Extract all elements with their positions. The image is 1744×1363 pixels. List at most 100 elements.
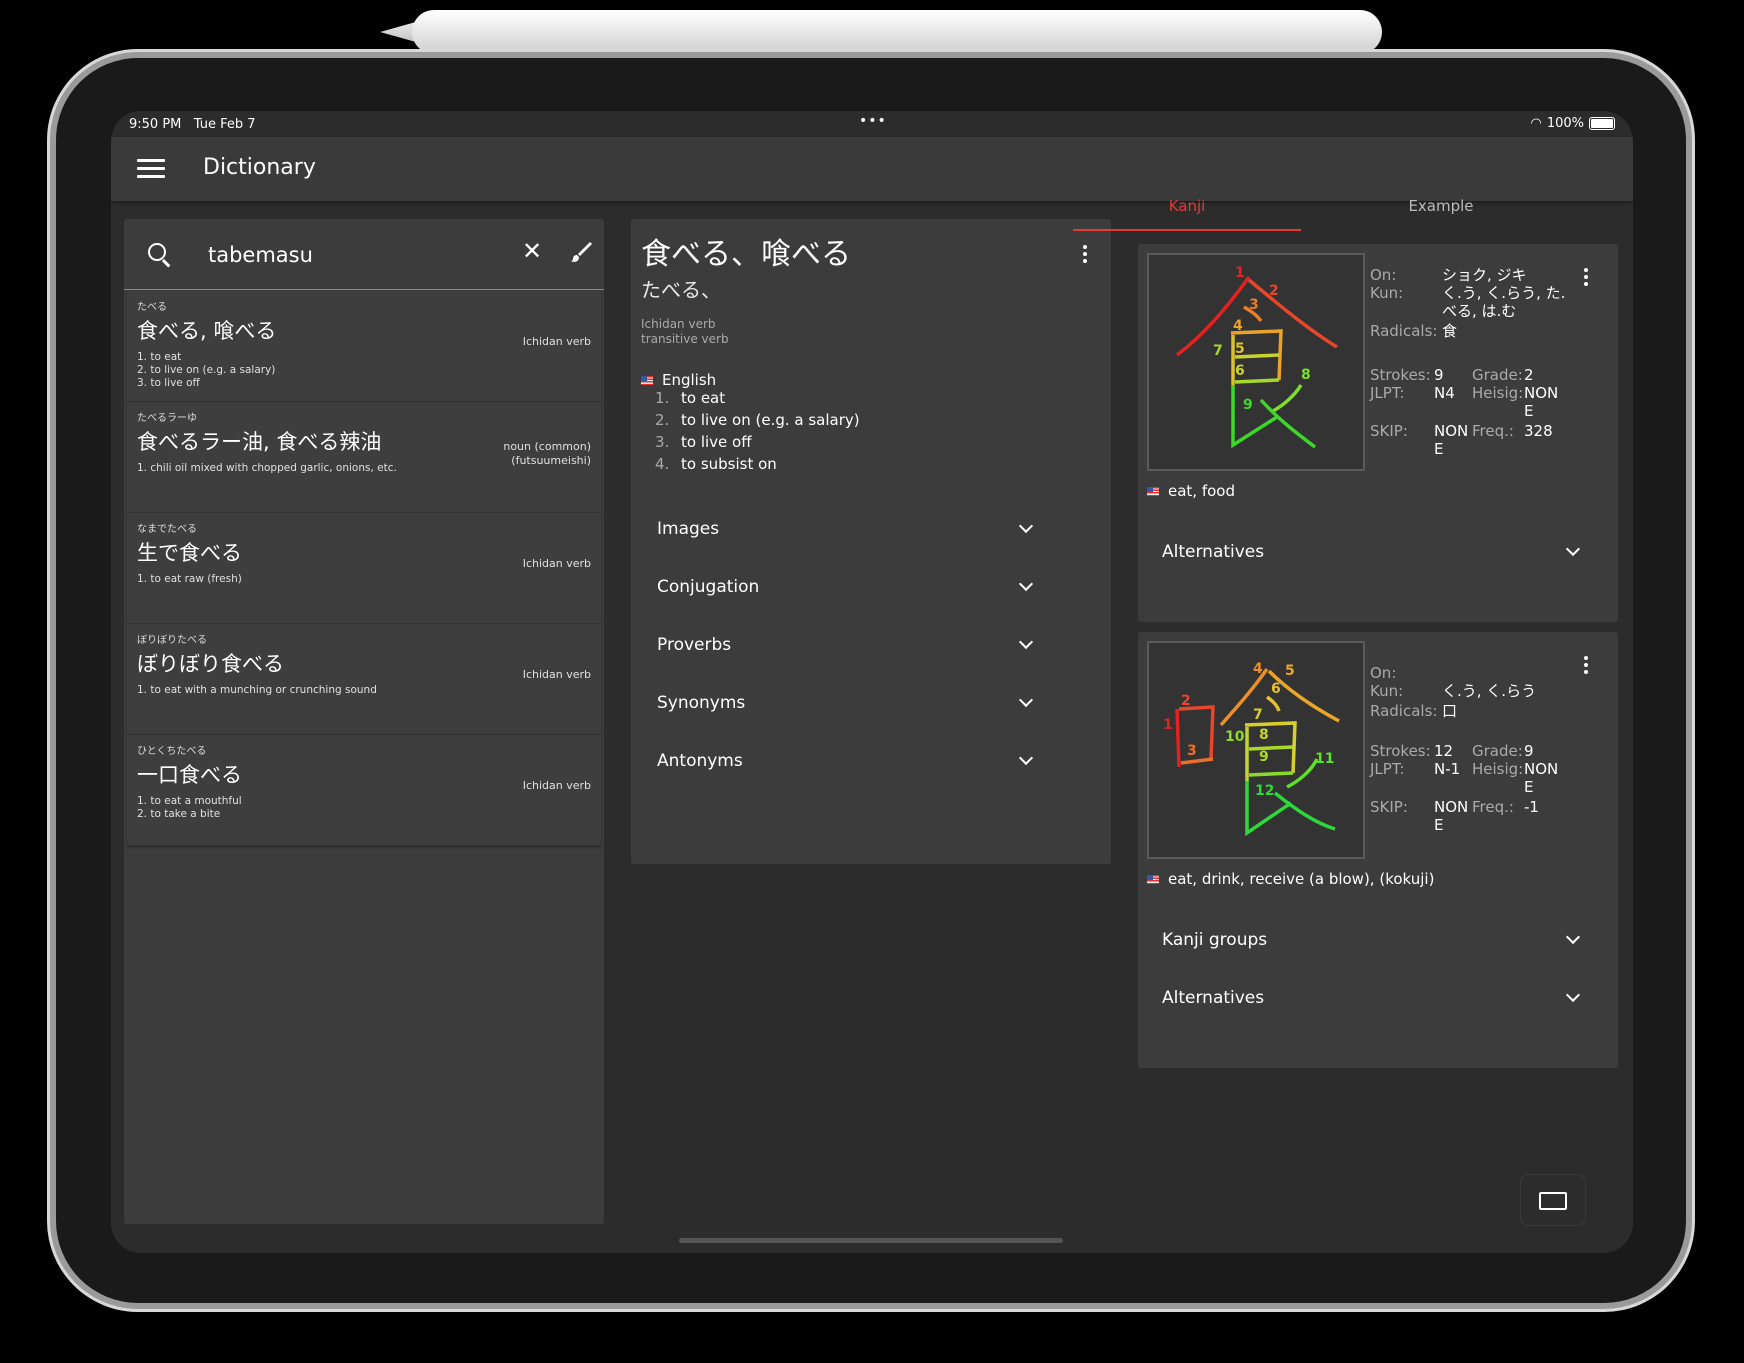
chevron-down-icon xyxy=(1565,541,1581,557)
kanji-card: 1 2 3 4 5 6 7 8 9 10 11 12 On: Kun: く.う, … xyxy=(1138,632,1618,1068)
sense-list: 1. to eat 2. to live on (e.g. a salary) 3.… xyxy=(655,389,860,477)
sense-item: 4. to subsist on xyxy=(655,455,777,473)
result-pos: Ichidan verb xyxy=(522,779,591,792)
chevron-down-icon xyxy=(1565,929,1581,945)
stroke-number: 9 xyxy=(1259,749,1269,765)
result-reading: ぼりぼりたべる xyxy=(137,635,207,646)
images-section[interactable]: Images xyxy=(631,501,1111,559)
stroke-number: 10 xyxy=(1225,729,1245,745)
stroke-number: 1 xyxy=(1235,265,1245,281)
kanji-card: 1 2 3 4 5 6 7 8 9 On: ショク, ジキ Kun: く.う, く.… xyxy=(1138,244,1618,622)
stroke-number: 11 xyxy=(1315,751,1334,767)
word-detail-card: 食べる、喰べる たべる、 Ichidan verb transitive verb… xyxy=(631,219,1111,864)
apple-pencil xyxy=(412,10,1382,54)
sense-item: 1. to eat xyxy=(655,389,726,407)
synonyms-section[interactable]: Synonyms xyxy=(631,675,1111,733)
result-item[interactable]: ぼりぼりたべる ぼりぼり食べる 1. to eat with a munchin… xyxy=(127,624,601,735)
stroke-order-svg: 1 2 3 4 5 6 7 8 9 xyxy=(1175,265,1338,449)
status-time: 9:50 PM Tue Feb 7 xyxy=(129,117,256,132)
stroke-number: 3 xyxy=(1249,297,1259,313)
keyboard-icon[interactable] xyxy=(1521,1175,1585,1225)
result-pos: Ichidan verb xyxy=(522,668,591,681)
result-item[interactable]: たべるラーゆ 食べるラー油, 食べる辣油 1. chili oil mixed … xyxy=(127,402,601,513)
tab-example[interactable]: Example xyxy=(1327,181,1555,231)
tab-indicator xyxy=(1073,229,1301,231)
clear-icon[interactable]: ✕ xyxy=(522,237,542,265)
stroke-number: 6 xyxy=(1271,681,1281,697)
us-flag-icon xyxy=(1147,874,1159,884)
tab-kanji[interactable]: Kanji xyxy=(1073,181,1301,231)
chevron-down-icon xyxy=(1018,750,1034,766)
result-reading: なまでたべる xyxy=(137,524,197,535)
kanji-stats: Strokes: 12 Grade: 9 JLPT: N-1 Heisig: NON E SK… xyxy=(1370,742,1559,834)
stroke-number: 2 xyxy=(1269,283,1279,299)
screen: 9:50 PM Tue Feb 7 ••• ◠ 100% Dictionary … xyxy=(111,111,1633,1253)
us-flag-icon xyxy=(1147,486,1159,496)
battery-percent: 100% xyxy=(1546,116,1584,131)
stroke-number: 5 xyxy=(1235,341,1245,357)
result-definitions: 1. to eat raw (fresh) xyxy=(137,573,242,585)
more-options-icon[interactable] xyxy=(1083,245,1087,266)
alternatives-section[interactable]: Alternatives xyxy=(1138,970,1618,1028)
hamburger-menu-icon[interactable] xyxy=(137,159,165,179)
kanji-more-options-icon[interactable] xyxy=(1584,656,1588,677)
proverbs-section[interactable]: Proverbs xyxy=(631,617,1111,675)
kanji-meaning: eat, drink, receive (a blow), (kokuji) xyxy=(1147,870,1434,888)
wifi-icon: ◠ xyxy=(1530,116,1542,131)
sense-item: 3. to live off xyxy=(655,433,752,451)
stroke-number: 6 xyxy=(1235,363,1245,379)
kanji-meaning: eat, food xyxy=(1147,482,1235,500)
us-flag-icon xyxy=(641,375,653,385)
sense-item: 2. to live on (e.g. a salary) xyxy=(655,411,860,429)
stroke-number: 12 xyxy=(1255,783,1274,799)
result-pos: Ichidan verb xyxy=(522,557,591,570)
stroke-order-diagram[interactable]: 1 2 3 4 5 6 7 8 9 xyxy=(1147,253,1365,471)
alternatives-section[interactable]: Alternatives xyxy=(1138,524,1618,582)
detail-tabs: Kanji Example xyxy=(1073,181,1631,231)
kanji-readings: On: Kun: く.う, く.らう Radicals: 口 xyxy=(1370,664,1537,720)
stroke-number: 5 xyxy=(1285,663,1295,679)
result-word: 一口食べる xyxy=(137,763,242,787)
result-reading: たべるラーゆ xyxy=(137,413,197,424)
result-pos: noun (common) (futsuumeishi) xyxy=(503,440,591,467)
word-title: 食べる、喰べる xyxy=(641,237,851,272)
stroke-number: 7 xyxy=(1253,707,1263,723)
word-tags: Ichidan verb transitive verb xyxy=(641,317,729,346)
status-right: ◠ 100% xyxy=(1530,116,1615,131)
result-word: 食べるラー油, 食べる辣油 xyxy=(137,430,382,454)
kanji-stats: Strokes: 9 Grade: 2 JLPT: N4 Heisig: NON E SKIP… xyxy=(1370,366,1559,458)
result-definitions: 1. to eat a mouthful 2. to take a bite xyxy=(137,795,242,820)
kanji-readings: On: ショク, ジキ Kun: く.う, く.らう, た. べる, は.む Radi… xyxy=(1370,266,1566,340)
result-word: ぼりぼり食べる xyxy=(137,652,284,676)
result-reading: ひとくちたべる xyxy=(137,746,207,757)
stroke-number: 4 xyxy=(1253,661,1263,677)
stroke-number: 2 xyxy=(1181,693,1191,709)
conjugation-section[interactable]: Conjugation xyxy=(631,559,1111,617)
kanji-groups-section[interactable]: Kanji groups xyxy=(1138,912,1618,970)
chevron-down-icon xyxy=(1018,518,1034,534)
status-bar: 9:50 PM Tue Feb 7 ••• ◠ 100% xyxy=(111,111,1633,137)
stroke-number: 7 xyxy=(1213,343,1223,359)
antonyms-section[interactable]: Antonyms xyxy=(631,733,1111,791)
result-definitions: 1. to eat with a munching or crunching s… xyxy=(137,684,377,696)
result-reading: たべる xyxy=(137,302,167,313)
stroke-order-diagram[interactable]: 1 2 3 4 5 6 7 8 9 10 11 12 xyxy=(1147,641,1365,859)
handwriting-brush-icon[interactable] xyxy=(568,239,594,265)
language-row: English xyxy=(641,371,716,389)
result-item[interactable]: たべる 食べる, 喰べる 1. to eat 2. to live on (e.g… xyxy=(127,291,601,402)
word-reading: たべる、 xyxy=(641,278,721,302)
result-item[interactable]: ひとくちたべる 一口食べる 1. to eat a mouthful 2. to … xyxy=(127,735,601,846)
app-title: Dictionary xyxy=(203,155,316,180)
language-label: English xyxy=(662,371,717,389)
result-definitions: 1. to eat 2. to live on (e.g. a salary) 3.… xyxy=(137,351,276,389)
kanji-more-options-icon[interactable] xyxy=(1584,268,1588,289)
search-icon[interactable] xyxy=(148,243,166,261)
stroke-number: 9 xyxy=(1243,397,1253,413)
multitasking-dots-icon[interactable]: ••• xyxy=(859,113,887,129)
result-pos: Ichidan verb xyxy=(522,335,591,348)
stroke-number: 8 xyxy=(1301,367,1311,383)
search-input[interactable] xyxy=(206,239,470,271)
result-item[interactable]: なまでたべる 生で食べる 1. to eat raw (fresh) Ichid… xyxy=(127,513,601,624)
home-indicator[interactable] xyxy=(679,1238,1063,1243)
stroke-number: 1 xyxy=(1163,717,1173,733)
